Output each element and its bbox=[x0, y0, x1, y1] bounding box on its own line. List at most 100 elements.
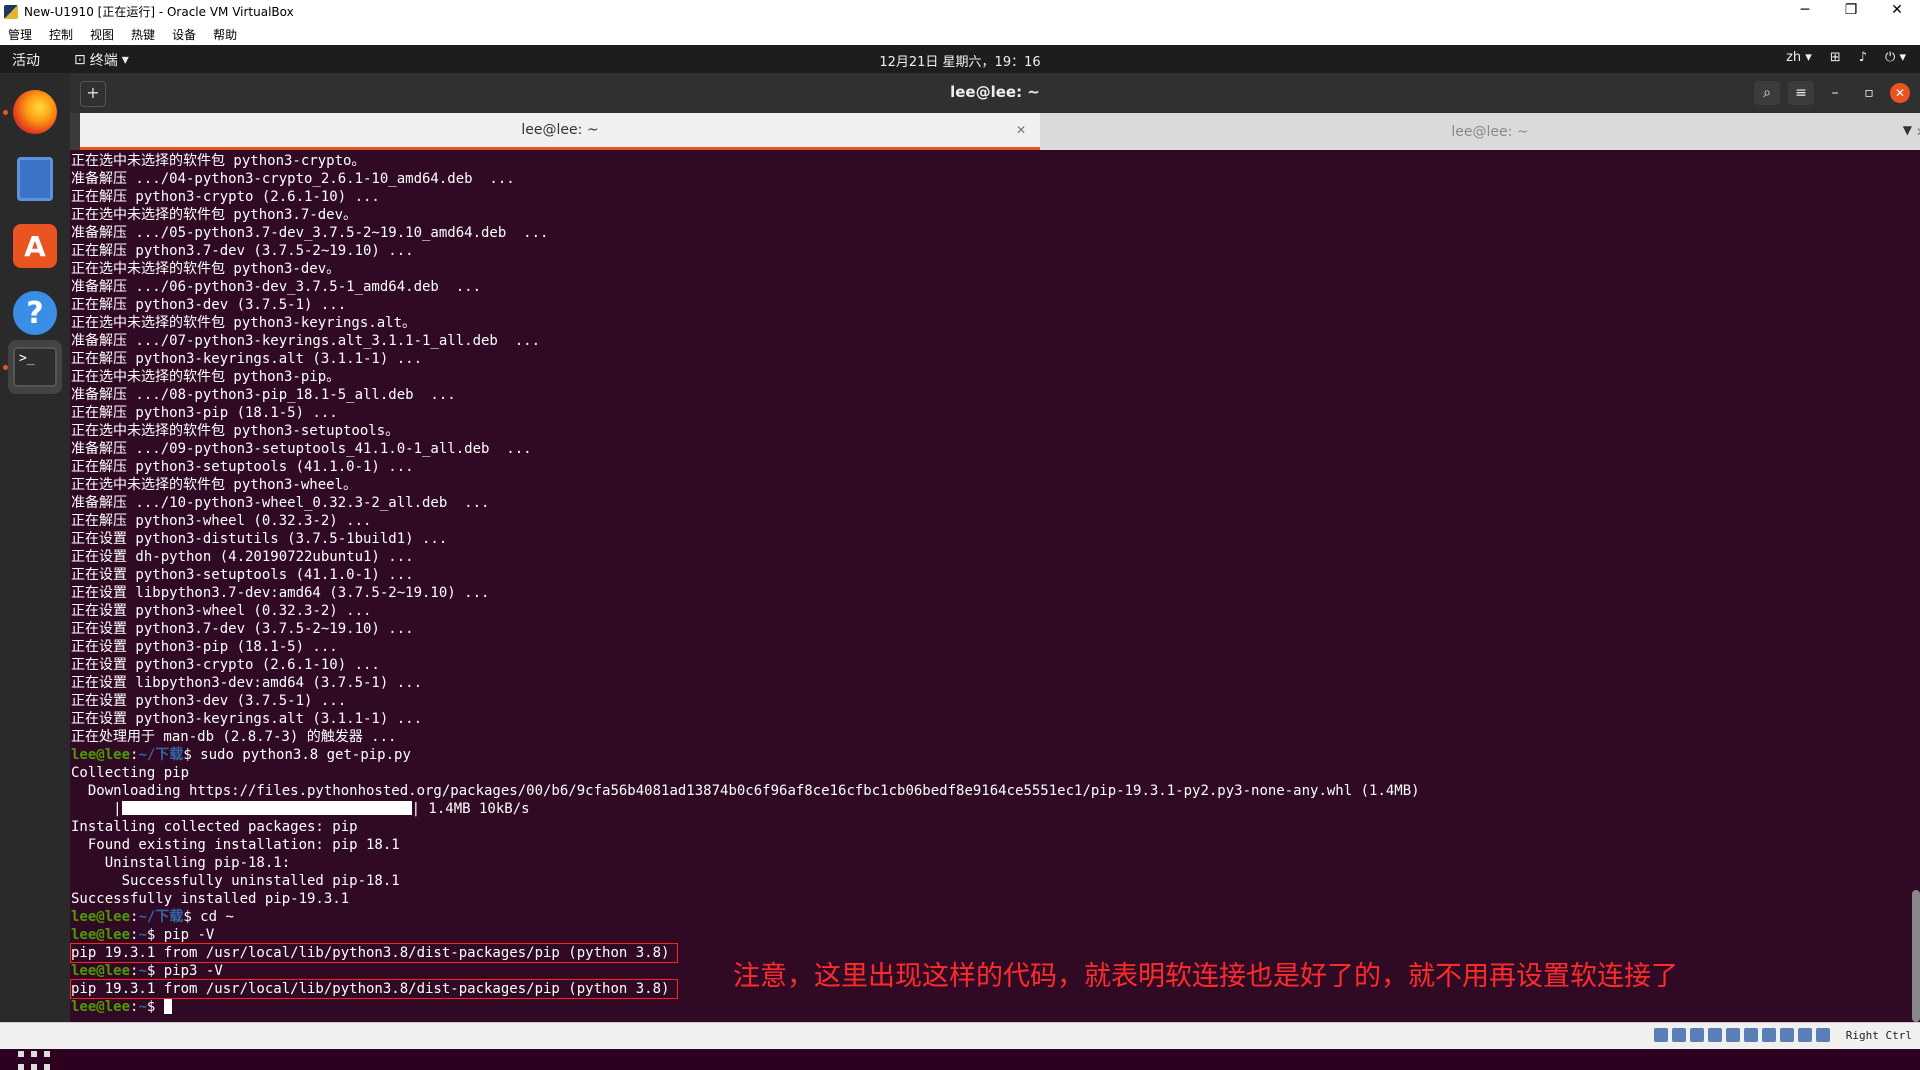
output-line: 正在选中未选择的软件包 python3-pip。 bbox=[71, 369, 341, 385]
menu-help[interactable]: 帮助 bbox=[213, 26, 237, 43]
hamburger-menu-icon[interactable]: ≡ bbox=[1788, 81, 1814, 105]
progress-line: | | 1.4MB 10kB/s bbox=[71, 801, 530, 817]
headerbar-buttons: ⌕ ≡ – ▫ ✕ bbox=[1754, 81, 1910, 105]
menu-view[interactable]: 视图 bbox=[90, 26, 114, 43]
output-line: 正在选中未选择的软件包 python3.7-dev。 bbox=[71, 207, 358, 223]
close-button[interactable]: ✕ bbox=[1874, 0, 1920, 23]
minimize-icon[interactable]: – bbox=[1822, 81, 1848, 105]
minimize-button[interactable]: ─ bbox=[1782, 0, 1828, 23]
software-store-icon: A bbox=[13, 224, 57, 268]
menu-control[interactable]: 控制 bbox=[49, 26, 73, 43]
system-tray[interactable]: zh ▾ ⊞ ♪ ⏻ ▾ bbox=[1786, 50, 1906, 65]
menu-devices[interactable]: 设备 bbox=[172, 26, 196, 43]
restore-button[interactable]: ❐ bbox=[1828, 0, 1874, 23]
device-status-icons bbox=[1654, 1028, 1830, 1042]
vbox-title-bar: New-U1910 [正在运行] - Oracle VM VirtualBox … bbox=[0, 0, 1920, 23]
clock[interactable]: 12月21日 星期六，19：16 bbox=[0, 51, 1920, 70]
output-line: 准备解压 .../06-python3-dev_3.7.5-1_amd64.de… bbox=[71, 279, 482, 295]
gnome-top-bar: 活动 ⊡ 终端 ▾ 12月21日 星期六，19：16 zh ▾ ⊞ ♪ ⏻ ▾ bbox=[0, 45, 1920, 73]
firefox-icon bbox=[13, 90, 57, 134]
network-icon: ⊞ bbox=[1829, 50, 1841, 65]
display-icon[interactable] bbox=[1762, 1028, 1776, 1042]
output-line: Downloading https://files.pythonhosted.o… bbox=[71, 783, 1420, 799]
output-line: 准备解压 .../10-python3-wheel_0.32.3-2_all.d… bbox=[71, 495, 490, 511]
vbox-menu-bar: 管理 控制 视图 热键 设备 帮助 bbox=[0, 23, 1920, 45]
output-line: 正在设置 python3-distutils (3.7.5-1build1) .… bbox=[71, 531, 448, 547]
disk-icon[interactable] bbox=[1654, 1028, 1668, 1042]
output-line: 正在设置 python3-wheel (0.32.3-2) ... bbox=[71, 603, 372, 619]
lang-indicator[interactable]: zh ▾ bbox=[1786, 50, 1812, 65]
tab-close-icon[interactable]: ✕ bbox=[1016, 123, 1026, 137]
terminal-cursor bbox=[163, 999, 172, 1014]
output-line: 正在设置 python3-pip (18.1-5) ... bbox=[71, 639, 338, 655]
terminal-scrollbar[interactable] bbox=[1912, 150, 1920, 1022]
output-line: 正在设置 libpython3.7-dev:amd64 (3.7.5-2~19.… bbox=[71, 585, 490, 601]
vbox-status-bar: Right Ctrl bbox=[0, 1022, 1920, 1049]
output-line: 正在解压 python3-wheel (0.32.3-2) ... bbox=[71, 513, 372, 529]
dock-files[interactable] bbox=[8, 152, 62, 206]
mouse-icon[interactable] bbox=[1816, 1028, 1830, 1042]
output-line: 准备解压 .../08-python3-pip_18.1-5_all.deb .… bbox=[71, 387, 456, 403]
optical-icon[interactable] bbox=[1672, 1028, 1686, 1042]
tab-label: lee@lee: ~ bbox=[1451, 123, 1529, 140]
output-line: 准备解压 .../07-python3-keyrings.alt_3.1.1-1… bbox=[71, 333, 541, 349]
close-icon[interactable]: ✕ bbox=[1890, 83, 1910, 103]
output-line: 正在解压 python3-pip (18.1-5) ... bbox=[71, 405, 338, 421]
output-line: Collecting pip bbox=[71, 765, 190, 781]
output-line: 正在解压 python3.7-dev (3.7.5-2~19.10) ... bbox=[71, 243, 414, 259]
virtualbox-icon bbox=[4, 4, 18, 19]
output-line: 正在设置 python3-keyrings.alt (3.1.1-1) ... bbox=[71, 711, 423, 727]
help-icon: ? bbox=[13, 291, 57, 335]
output-line: 正在处理用于 man-db (2.8.7-3) 的触发器 ... bbox=[71, 729, 397, 745]
volume-icon: ♪ bbox=[1858, 50, 1868, 65]
download-progress-bar bbox=[121, 801, 412, 815]
output-line: Installing collected packages: pip bbox=[71, 819, 358, 835]
tab-label: lee@lee: ~ bbox=[521, 122, 599, 138]
host-key-label: Right Ctrl bbox=[1845, 1029, 1912, 1042]
output-line: 正在设置 python3-crypto (2.6.1-10) ... bbox=[71, 657, 380, 673]
output-line: 正在设置 python3-dev (3.7.5-1) ... bbox=[71, 693, 347, 709]
window-controls: ─ ❐ ✕ bbox=[1782, 0, 1920, 23]
audio-icon[interactable] bbox=[1690, 1028, 1704, 1042]
terminal-headerbar: + lee@lee: ~ ⌕ ≡ – ▫ ✕ bbox=[70, 73, 1920, 113]
dock-help[interactable]: ? bbox=[8, 286, 62, 340]
tab-2[interactable]: lee@lee: ~ ✕ bbox=[1040, 113, 1920, 150]
prompt-line: lee@lee:~/下载$ sudo python3.8 get-pip.py bbox=[71, 747, 411, 763]
shared-folder-icon[interactable] bbox=[1744, 1028, 1758, 1042]
output-line: 正在设置 python3.7-dev (3.7.5-2~19.10) ... bbox=[71, 621, 414, 637]
network-icon[interactable] bbox=[1708, 1028, 1722, 1042]
recording-icon[interactable] bbox=[1780, 1028, 1794, 1042]
dock-terminal[interactable]: >_ bbox=[8, 340, 62, 394]
annotation-note: 注意，这里出现这样的代码，就表明软连接也是好了的，就不用再设置软连接了 bbox=[733, 961, 1678, 992]
output-line: 准备解压 .../09-python3-setuptools_41.1.0-1_… bbox=[71, 441, 532, 457]
vbox-window-title: New-U1910 [正在运行] - Oracle VM VirtualBox bbox=[24, 5, 294, 19]
cpu-icon[interactable] bbox=[1798, 1028, 1812, 1042]
dock: A ? >_ bbox=[0, 73, 70, 1070]
highlighted-pip-output: pip 19.3.1 from /usr/local/lib/python3.8… bbox=[69, 943, 679, 963]
highlighted-pip3-output: pip 19.3.1 from /usr/local/lib/python3.8… bbox=[69, 979, 679, 999]
output-line: 正在解压 python3-keyrings.alt (3.1.1-1) ... bbox=[71, 351, 423, 367]
output-line: 准备解压 .../04-python3-crypto_2.6.1-10_amd6… bbox=[71, 171, 515, 187]
prompt-line: lee@lee:~$ bbox=[71, 998, 1912, 1016]
terminal-output[interactable]: 正在选中未选择的软件包 python3-crypto。准备解压 .../04-p… bbox=[69, 150, 1912, 1022]
menu-hotkey[interactable]: 热键 bbox=[131, 26, 155, 43]
output-line: 正在选中未选择的软件包 python3-dev。 bbox=[71, 261, 341, 277]
scrollbar-thumb[interactable] bbox=[1912, 890, 1920, 1022]
tab-1[interactable]: lee@lee: ~ ✕ bbox=[80, 113, 1040, 150]
output-line: 正在选中未选择的软件包 python3-setuptools。 bbox=[71, 423, 400, 439]
menu-manage[interactable]: 管理 bbox=[8, 26, 32, 43]
maximize-icon[interactable]: ▫ bbox=[1856, 81, 1882, 105]
output-line: Successfully uninstalled pip-18.1 bbox=[71, 873, 400, 889]
search-icon[interactable]: ⌕ bbox=[1754, 81, 1780, 105]
files-icon bbox=[17, 157, 53, 201]
tabs-menu-icon[interactable]: ▼ bbox=[1902, 123, 1912, 137]
tab-close-icon[interactable]: ✕ bbox=[1916, 125, 1920, 139]
output-line: 正在选中未选择的软件包 python3-crypto。 bbox=[71, 153, 366, 169]
dock-firefox[interactable] bbox=[8, 85, 62, 139]
terminal-icon: >_ bbox=[13, 347, 57, 387]
output-line: Successfully installed pip-19.3.1 bbox=[71, 891, 350, 907]
tab-bar: lee@lee: ~ ✕ lee@lee: ~ ✕ ▼ bbox=[70, 113, 1920, 150]
output-line: 正在选中未选择的软件包 python3-wheel。 bbox=[71, 477, 358, 493]
dock-software[interactable]: A bbox=[8, 219, 62, 273]
usb-icon[interactable] bbox=[1726, 1028, 1740, 1042]
